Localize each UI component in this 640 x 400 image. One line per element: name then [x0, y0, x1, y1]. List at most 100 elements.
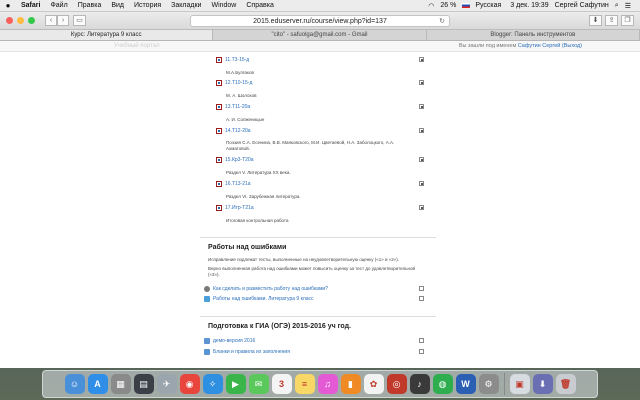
- activity-link[interactable]: 12.Т10-15-д: [225, 80, 252, 86]
- sidebar-toggle-icon[interactable]: ▭: [73, 15, 86, 26]
- fullscreen-window-button[interactable]: [28, 17, 35, 24]
- chrome-icon[interactable]: ◉: [179, 374, 200, 394]
- list-item: демо-версия 2016: [204, 338, 436, 346]
- activity-link[interactable]: 11.Т3-15-д: [225, 57, 249, 63]
- downloads-icon[interactable]: ⬇: [589, 15, 602, 26]
- activity-link[interactable]: 17.Итр-Т21а: [225, 205, 254, 211]
- resource-link[interactable]: Работы над ошибками. Литература 9 класс: [213, 296, 314, 302]
- resource-link[interactable]: Как сделать и разместить работу над ошиб…: [213, 286, 328, 292]
- reload-icon[interactable]: ↻: [439, 16, 445, 27]
- list-item: Работы над ошибками. Литература 9 класс: [204, 296, 436, 304]
- completion-checkbox[interactable]: [419, 296, 424, 301]
- quiz-icon: [216, 205, 222, 211]
- clock[interactable]: 3 дек. 19:39: [507, 2, 551, 9]
- menu-window[interactable]: Window: [206, 2, 241, 9]
- menu-view[interactable]: Вид: [106, 2, 129, 9]
- completion-checkbox[interactable]: [419, 128, 424, 133]
- word-icon[interactable]: W: [455, 374, 476, 394]
- photos-icon[interactable]: ✿: [363, 374, 384, 394]
- address-bar-url: 2015.eduserver.ru/course/view.php?id=137: [253, 18, 387, 25]
- activity-description: Раздел V. Литература XX века.: [226, 170, 291, 175]
- completion-checkbox[interactable]: [419, 157, 424, 162]
- system-utility-icon[interactable]: ✈: [156, 374, 177, 394]
- safari-icon[interactable]: ✧: [202, 374, 223, 394]
- activity-link[interactable]: 16.Т13-21а: [225, 181, 251, 187]
- login-user-link[interactable]: Сафутин Сергей: [518, 43, 561, 49]
- notification-center-icon[interactable]: ☰: [622, 2, 634, 10]
- completion-checkbox[interactable]: [419, 80, 424, 85]
- quiz-icon: [216, 80, 222, 86]
- photo-booth-icon[interactable]: ◎: [386, 374, 407, 394]
- tabs-overview-icon[interactable]: ❐: [621, 15, 634, 26]
- preview-icon[interactable]: ▣: [509, 374, 530, 394]
- messages-icon[interactable]: ✉: [248, 374, 269, 394]
- activity-description: М.А.Булгаков: [226, 70, 254, 75]
- logout-link[interactable]: (Выход): [562, 43, 582, 49]
- list-item: 14.Т12-20а: [216, 128, 436, 136]
- address-bar[interactable]: 2015.eduserver.ru/course/view.php?id=137…: [190, 15, 450, 27]
- completion-checkbox[interactable]: [419, 57, 424, 62]
- tab-blogger[interactable]: Blogger: Панель инструментов: [427, 30, 640, 40]
- notes-icon[interactable]: ≡: [294, 374, 315, 394]
- tab-course[interactable]: Курс: Литература 9 класс: [0, 30, 214, 40]
- completion-checkbox[interactable]: [419, 286, 424, 291]
- downloads-icon[interactable]: ⬇: [532, 374, 553, 394]
- activity-link[interactable]: 15.Кр3-Т20а: [225, 157, 254, 163]
- completion-checkbox[interactable]: [419, 104, 424, 109]
- completion-checkbox[interactable]: [419, 349, 424, 354]
- list-item: 11.Т3-15-д: [216, 57, 436, 65]
- quiz-icon: [216, 104, 222, 110]
- tab-gmail[interactable]: "cito" - safuolga@gmail.com - Gmail: [213, 30, 427, 40]
- input-language-label: Русская: [475, 2, 502, 9]
- tab-bar: Курс: Литература 9 класс "cito" - safuol…: [0, 30, 640, 41]
- toolbar-right: ⬇ ⇪ ❐: [589, 15, 634, 26]
- menu-safari[interactable]: Safari: [16, 2, 45, 9]
- section-divider: [200, 237, 436, 238]
- trash-icon[interactable]: 🗑: [555, 374, 576, 394]
- resource-link[interactable]: Бланки и правила их заполнения: [213, 349, 290, 355]
- search-icon[interactable]: ⌕: [612, 2, 622, 10]
- close-window-button[interactable]: [6, 17, 13, 24]
- resource-link[interactable]: демо-версия 2016: [213, 338, 255, 344]
- menu-edit[interactable]: Правка: [73, 2, 107, 9]
- completion-checkbox[interactable]: [419, 181, 424, 186]
- list-item: 15.Кр3-Т20а: [216, 157, 436, 165]
- completion-checkbox[interactable]: [419, 338, 424, 343]
- menu-history[interactable]: История: [129, 2, 166, 9]
- activity-description: Поэзия С.А. Есенина, В.В. Маяковского, М…: [226, 140, 395, 151]
- list-item: 12.Т10-15-д: [216, 80, 436, 88]
- folder-icon: [204, 349, 210, 355]
- launchpad-icon[interactable]: ▦: [110, 374, 131, 394]
- apple-icon[interactable]: ●: [0, 1, 16, 10]
- wifi-app-icon[interactable]: ◍: [432, 374, 453, 394]
- share-icon[interactable]: ⇪: [605, 15, 618, 26]
- forward-button[interactable]: ›: [57, 15, 69, 26]
- app-store-icon[interactable]: A: [87, 374, 108, 394]
- list-item: Как сделать и разместить работу над ошиб…: [204, 286, 436, 294]
- menu-bookmarks[interactable]: Закладки: [166, 2, 206, 9]
- battery-status[interactable]: 26 %: [437, 2, 459, 9]
- minimize-window-button[interactable]: [17, 17, 24, 24]
- input-language[interactable]: Русская: [459, 2, 507, 9]
- finder-icon[interactable]: ☺: [64, 374, 85, 394]
- menu-file[interactable]: Файл: [45, 2, 72, 9]
- activity-link[interactable]: 13.Т11-20а: [225, 104, 250, 110]
- back-button[interactable]: ‹: [45, 15, 57, 26]
- browser-window: ‹ › ▭ 2015.eduserver.ru/course/view.php?…: [0, 12, 640, 368]
- wifi-icon[interactable]: ◠: [425, 2, 437, 10]
- system-preferences-icon[interactable]: ⚙: [478, 374, 499, 394]
- itunes-icon[interactable]: ♫: [317, 374, 338, 394]
- mission-control-icon[interactable]: ▤: [133, 374, 154, 394]
- activity-description: Раздел VI. Зарубежная литература.: [226, 194, 301, 199]
- site-brand[interactable]: Учебный портал: [114, 43, 160, 49]
- ibooks-icon[interactable]: ▮: [340, 374, 361, 394]
- facetime-icon[interactable]: ▶: [225, 374, 246, 394]
- radio-app-icon[interactable]: ♪: [409, 374, 430, 394]
- menu-help[interactable]: Справка: [241, 2, 278, 9]
- activity-description: Итоговая контрольная работа: [226, 218, 289, 223]
- login-info: Вы зашли под именем Сафутин Сергей (Выхо…: [459, 43, 582, 49]
- completion-checkbox[interactable]: [419, 205, 424, 210]
- user-name[interactable]: Сергей Сафутин: [552, 2, 612, 9]
- calendar-icon[interactable]: 3: [271, 374, 292, 394]
- activity-link[interactable]: 14.Т12-20а: [225, 128, 251, 134]
